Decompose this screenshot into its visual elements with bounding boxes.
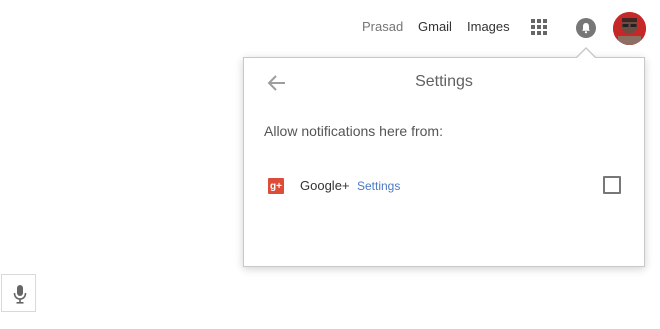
user-name-link[interactable]: Prasad: [362, 19, 403, 34]
panel-caret-fill: [576, 49, 596, 59]
panel-title: Settings: [415, 73, 473, 90]
allow-notifications-label: Allow notifications here from:: [264, 123, 443, 139]
user-avatar[interactable]: [613, 12, 646, 45]
source-name: Google+: [300, 178, 350, 193]
voice-search-button[interactable]: [1, 274, 36, 312]
gmail-link[interactable]: Gmail: [418, 19, 452, 34]
avatar-image: [613, 12, 646, 45]
notification-settings-panel: Settings Allow notifications here from: …: [243, 57, 645, 267]
google-plus-icon: g+: [268, 178, 284, 194]
bell-icon: [582, 23, 590, 34]
notifications-button[interactable]: [576, 18, 596, 38]
notification-source-row: g+ Google+ Settings: [264, 176, 624, 196]
images-link[interactable]: Images: [467, 19, 510, 34]
microphone-icon: [13, 285, 27, 304]
source-settings-link[interactable]: Settings: [357, 179, 400, 193]
source-checkbox[interactable]: [603, 176, 621, 194]
apps-grid-icon[interactable]: [531, 19, 547, 35]
